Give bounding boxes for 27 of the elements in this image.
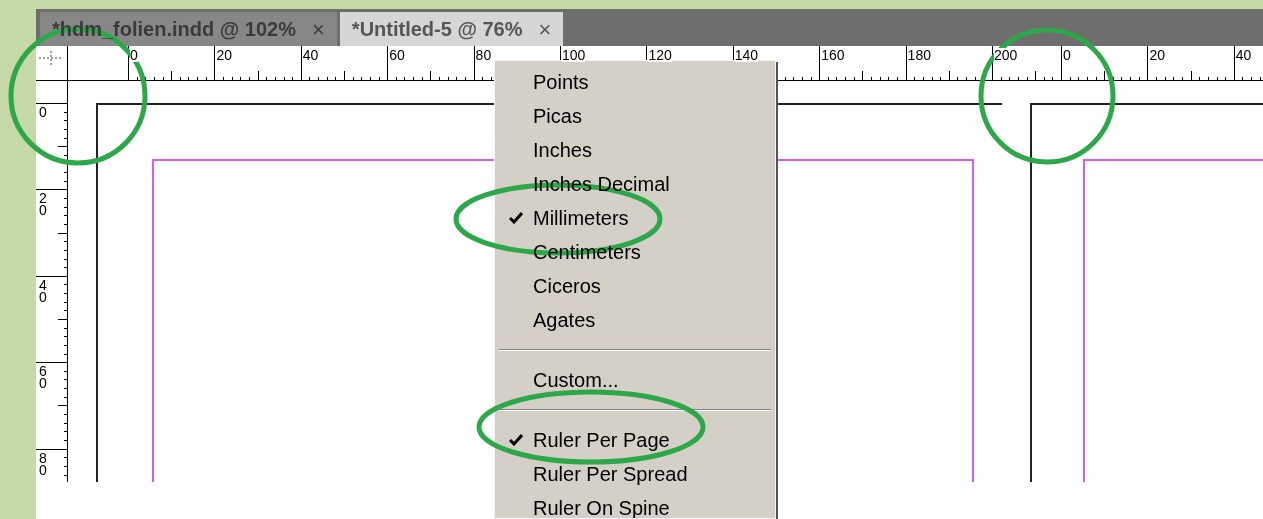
ruler-label: 120 — [648, 48, 672, 62]
ruler-label: 80 — [475, 48, 492, 62]
close-button[interactable]: × — [538, 12, 552, 46]
ruler-label: 0 — [130, 48, 138, 62]
ruler-label: 20 — [1149, 48, 1165, 62]
menu-item[interactable]: Ruler Per Page — [499, 423, 771, 457]
menu-item[interactable]: Millimeters — [499, 201, 771, 235]
ruler-label: 160 — [821, 48, 845, 62]
menu-item[interactable]: Picas — [499, 99, 771, 133]
ruler-label: 0 — [1063, 48, 1071, 62]
menu-item[interactable]: Points — [499, 65, 771, 99]
ruler-label: 200 — [994, 48, 1018, 62]
ruler-label: 180 — [907, 48, 931, 62]
ruler-label: 20 — [216, 48, 232, 62]
menu-item[interactable]: Inches Decimal — [499, 167, 771, 201]
ruler-label: 100 — [562, 48, 586, 62]
document-tab[interactable]: *Untitled-5 @ 76% × — [339, 12, 564, 46]
ruler-label: 60 — [389, 48, 405, 62]
menu-item[interactable]: Ruler Per Spread — [499, 457, 771, 491]
menu-item[interactable]: Custom... — [499, 363, 771, 397]
ruler-label: 40 — [1235, 48, 1252, 62]
ruler-label: 40 — [302, 48, 319, 62]
menu-item[interactable]: Ciceros — [499, 269, 771, 303]
crosshair-icon — [39, 51, 63, 65]
menu-item[interactable]: Inches — [499, 133, 771, 167]
ruler-label: 140 — [734, 48, 759, 62]
menu-item[interactable]: Agates — [499, 303, 771, 337]
